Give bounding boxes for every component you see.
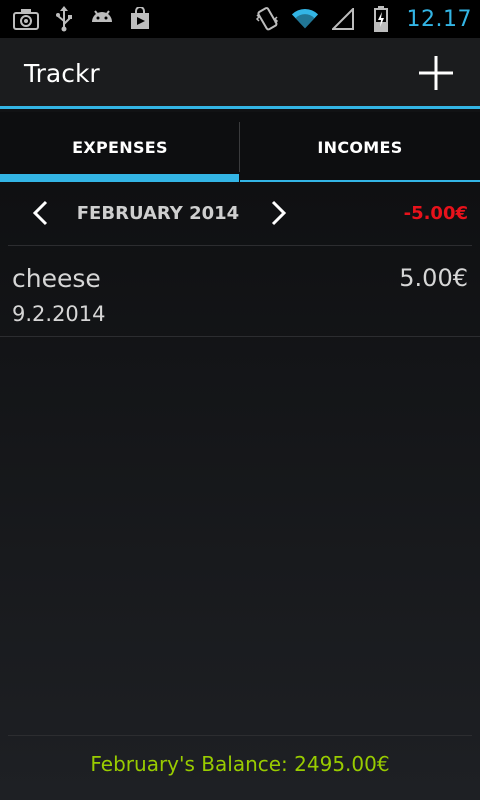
action-bar-divider [0, 106, 480, 109]
play-store-icon [126, 5, 154, 33]
tab-expenses[interactable]: EXPENSES [0, 112, 240, 182]
month-navigation: FEBRUARY 2014 -5.00€ [0, 182, 480, 244]
content-area: FEBRUARY 2014 -5.00€ cheese 5.00€ 9.2.20… [0, 182, 480, 800]
balance-summary: February's Balance: 2495.00€ [90, 752, 390, 776]
entry-date: 9.2.2014 [12, 302, 106, 326]
previous-month-button[interactable] [24, 193, 56, 233]
status-right-icons: 12.17 [253, 5, 472, 33]
footer-divider [8, 735, 472, 736]
tab-incomes[interactable]: INCOMES [240, 112, 480, 182]
action-bar: Trackr [0, 38, 480, 108]
divider [0, 336, 480, 337]
add-button[interactable] [414, 51, 458, 95]
vibrate-icon [253, 5, 281, 33]
signal-icon [329, 5, 357, 33]
tab-indicator-selected [0, 174, 239, 182]
status-bar: 12.17 [0, 0, 480, 38]
wifi-icon [291, 5, 319, 33]
status-clock: 12.17 [406, 6, 472, 32]
tab-bar: EXPENSES INCOMES [0, 112, 480, 182]
entry-amount: 5.00€ [399, 264, 468, 292]
plus-icon [419, 56, 453, 90]
tab-separator [239, 122, 240, 172]
list-item[interactable]: cheese 5.00€ 9.2.2014 [0, 246, 480, 336]
next-month-button[interactable] [263, 193, 295, 233]
battery-charging-icon [367, 5, 395, 33]
status-left-icons [12, 5, 154, 33]
month-label: FEBRUARY 2014 [76, 202, 240, 224]
camera-icon [12, 5, 40, 33]
month-total: -5.00€ [403, 202, 468, 224]
chevron-right-icon [271, 200, 287, 226]
chevron-left-icon [32, 200, 48, 226]
app-title: Trackr [24, 58, 100, 88]
android-debug-icon [88, 5, 116, 33]
usb-icon [50, 5, 78, 33]
entry-name: cheese [12, 264, 101, 293]
